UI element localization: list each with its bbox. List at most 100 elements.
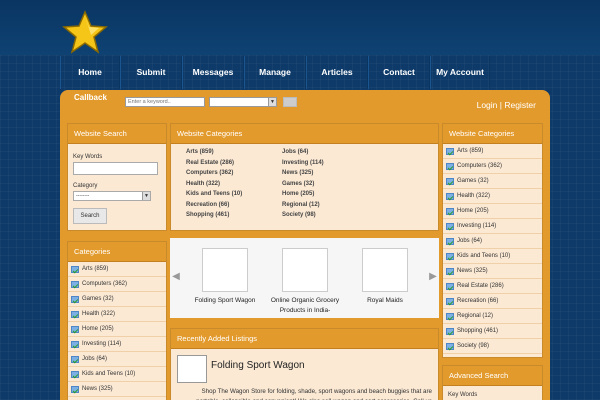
carousel-next-icon[interactable]: ▶ <box>429 272 437 282</box>
featured-item[interactable]: Folding Sport Wagon <box>185 248 265 306</box>
featured-title[interactable]: Folding Sport Wagon <box>185 296 265 306</box>
folder-icon <box>446 252 454 260</box>
listing-thumbnail[interactable] <box>177 355 207 383</box>
keyword-input[interactable] <box>125 97 205 107</box>
login-link[interactable]: Login <box>477 100 498 110</box>
advanced-search-title: Advanced Search <box>443 366 542 386</box>
category-link[interactable]: Jobs (64) <box>282 147 378 158</box>
category-item[interactable]: Games (32) <box>443 174 542 189</box>
category-item[interactable]: Real Estate (286) <box>443 279 542 294</box>
center-categories-col2: Jobs (64) Investing (114) News (325) Gam… <box>282 147 378 221</box>
category-item[interactable]: Computers (362) <box>68 277 166 292</box>
category-link[interactable]: News (325) <box>282 168 378 179</box>
category-label: Kids and Teens (10) <box>457 252 511 259</box>
folder-icon <box>71 385 79 393</box>
category-item[interactable]: Recreation (66) <box>443 294 542 309</box>
category-item[interactable]: Home (205) <box>68 322 166 337</box>
category-item[interactable]: Jobs (64) <box>443 234 542 249</box>
chevron-down-icon: ▼ <box>268 98 276 106</box>
category-link[interactable]: Shopping (461) <box>186 210 282 221</box>
categories-title: Categories <box>68 242 166 262</box>
category-item[interactable]: Regional (12) <box>443 309 542 324</box>
category-link[interactable]: Investing (114) <box>282 158 378 169</box>
category-link[interactable]: Arts (859) <box>186 147 282 158</box>
featured-thumbnail[interactable] <box>202 248 248 292</box>
website-search-box: Website Search Key Words Category ------… <box>67 123 167 231</box>
category-link[interactable]: Health (322) <box>186 179 282 190</box>
category-link[interactable]: Kids and Teens (10) <box>186 189 282 200</box>
category-dropdown[interactable]: -------- ▼ <box>73 191 151 201</box>
category-link[interactable]: Recreation (66) <box>186 200 282 211</box>
category-link[interactable]: Games (32) <box>282 179 378 190</box>
category-label: Jobs (64) <box>457 237 483 244</box>
category-value: -------- <box>76 193 90 199</box>
category-label: Investing (114) <box>457 222 497 229</box>
category-label: Home (205) <box>82 325 114 332</box>
category-label: Real Estate (286) <box>457 282 504 289</box>
nav-manage[interactable]: Manage <box>244 56 306 89</box>
category-item[interactable]: Health (322) <box>68 307 166 322</box>
category-link[interactable]: Computers (362) <box>186 168 282 179</box>
keywords-label: Key Words <box>73 154 103 160</box>
register-link[interactable]: Register <box>504 100 536 110</box>
category-item[interactable]: Jobs (64) <box>68 352 166 367</box>
keywords-field[interactable] <box>73 162 158 175</box>
folder-icon <box>71 280 79 288</box>
category-link[interactable]: Real Estate (286) <box>186 158 282 169</box>
category-link[interactable]: Regional (12) <box>282 200 378 211</box>
category-item[interactable]: Arts (859) <box>443 144 542 159</box>
nav-articles[interactable]: Articles <box>306 56 368 89</box>
category-item[interactable]: Kids and Teens (10) <box>443 249 542 264</box>
featured-item[interactable]: Royal Maids <box>345 248 425 306</box>
go-button[interactable] <box>283 97 297 107</box>
center-categories-col1: Arts (859) Real Estate (286) Computers (… <box>186 147 282 221</box>
category-item[interactable]: Investing (114) <box>68 337 166 352</box>
category-item[interactable]: Health (322) <box>443 189 542 204</box>
category-label: Investing (114) <box>82 340 122 347</box>
folder-icon <box>446 237 454 245</box>
category-item[interactable]: Games (32) <box>68 292 166 307</box>
category-label: News (325) <box>82 385 113 392</box>
category-item[interactable]: Home (205) <box>443 204 542 219</box>
center-categories-title: Website Categories <box>171 124 438 144</box>
category-select[interactable]: ▼ <box>209 97 277 107</box>
category-link[interactable]: Society (98) <box>282 210 378 221</box>
folder-icon <box>446 192 454 200</box>
folder-icon <box>71 295 79 303</box>
nav-submit[interactable]: Submit <box>120 56 182 89</box>
folder-icon <box>446 177 454 185</box>
featured-thumbnail[interactable] <box>282 248 328 292</box>
nav-messages[interactable]: Messages <box>182 56 244 89</box>
category-item[interactable]: News (325) <box>443 264 542 279</box>
right-categories-list: Arts (859) Computers (362) Games (32) He… <box>443 144 542 354</box>
category-label: Computers (362) <box>82 280 128 287</box>
featured-title[interactable]: Royal Maids <box>345 296 425 306</box>
category-item[interactable]: Society (98) <box>443 339 542 354</box>
categories-box: Categories Arts (859) Computers (362) Ga… <box>67 241 167 400</box>
featured-carousel: ◀ Folding Sport Wagon Online Organic Gro… <box>170 238 439 318</box>
folder-icon <box>71 370 79 378</box>
nav-home[interactable]: Home <box>60 56 120 89</box>
star-logo-icon[interactable] <box>62 10 108 54</box>
nav-contact[interactable]: Contact <box>368 56 430 89</box>
category-item[interactable]: Shopping (461) <box>443 324 542 339</box>
featured-thumbnail[interactable] <box>362 248 408 292</box>
category-item[interactable]: Arts (859) <box>68 262 166 277</box>
category-label: Computers (362) <box>457 162 503 169</box>
folder-icon <box>71 355 79 363</box>
folder-icon <box>71 340 79 348</box>
callback-link[interactable]: Callback <box>74 93 107 102</box>
carousel-prev-icon[interactable]: ◀ <box>172 272 180 282</box>
category-item[interactable]: Investing (114) <box>443 219 542 234</box>
center-categories-box: Website Categories Arts (859) Real Estat… <box>170 123 439 231</box>
category-link[interactable]: Home (205) <box>282 189 378 200</box>
category-label: Games (32) <box>82 295 114 302</box>
category-item[interactable]: News (325) <box>68 382 166 397</box>
search-button[interactable]: Search <box>73 208 107 224</box>
category-item[interactable]: Kids and Teens (10) <box>68 367 166 382</box>
featured-title[interactable]: Online Organic Grocery Products in India- <box>265 296 345 316</box>
nav-my-account[interactable]: My Account <box>430 56 490 89</box>
category-item[interactable]: Computers (362) <box>443 159 542 174</box>
featured-item[interactable]: Online Organic Grocery Products in India- <box>265 248 345 316</box>
listing-title[interactable]: Folding Sport Wagon <box>211 360 305 371</box>
